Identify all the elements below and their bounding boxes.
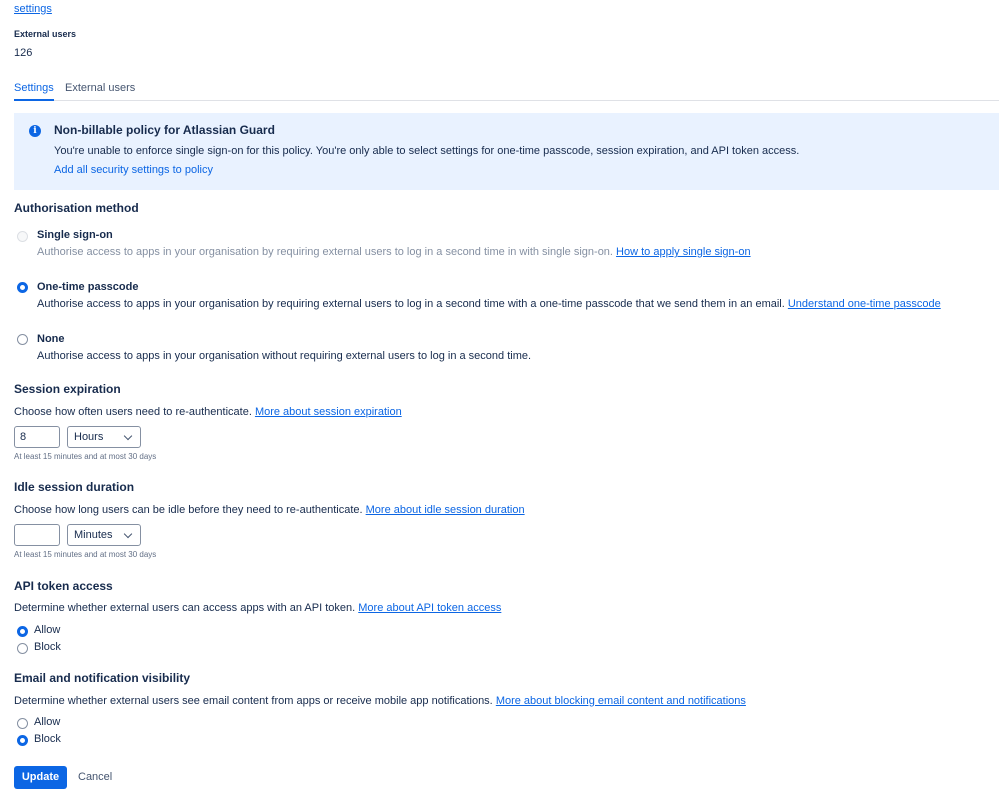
sso-help-link[interactable]: How to apply single sign-on [616, 246, 751, 258]
cancel-button[interactable]: Cancel [78, 766, 112, 789]
radio-otp[interactable] [17, 282, 28, 293]
api-desc: Determine whether external users can acc… [14, 602, 502, 614]
api-allow-label: Allow [34, 624, 61, 636]
idle-hint: At least 15 minutes and at most 30 days [14, 550, 157, 559]
tab-bar: Settings External users [14, 82, 999, 101]
otp-title: One-time passcode [37, 281, 139, 293]
tab-settings[interactable]: Settings [14, 82, 54, 101]
session-desc: Choose how often users need to re-authen… [14, 406, 402, 418]
api-help-link[interactable]: More about API token access [358, 602, 501, 614]
idle-unit-value: Minutes [74, 529, 113, 541]
api-block-label: Block [34, 641, 61, 653]
email-help-link[interactable]: More about blocking email content and no… [496, 695, 746, 707]
email-desc: Determine whether external users see ema… [14, 695, 746, 707]
sso-desc: Authorise access to apps in your organis… [37, 246, 751, 258]
sso-title: Single sign-on [37, 229, 113, 241]
idle-desc: Choose how long users can be idle before… [14, 504, 525, 516]
idle-help-link[interactable]: More about idle session duration [366, 504, 525, 516]
email-block-label: Block [34, 733, 61, 745]
radio-api-allow[interactable] [17, 626, 28, 637]
banner-title: Non-billable policy for Atlassian Guard [54, 123, 275, 137]
banner-description: You're unable to enforce single sign-on … [54, 145, 800, 157]
session-value-input[interactable]: 8 [14, 426, 60, 448]
session-unit-value: Hours [74, 431, 104, 443]
add-security-settings-link[interactable]: Add all security settings to policy [54, 164, 213, 176]
settings-link[interactable]: settings [14, 3, 52, 15]
tab-external-users[interactable]: External users [65, 82, 135, 98]
radio-email-block[interactable] [17, 735, 28, 746]
radio-api-block[interactable] [17, 643, 28, 654]
radio-none[interactable] [17, 334, 28, 345]
session-hint: At least 15 minutes and at most 30 days [14, 452, 157, 461]
external-users-count: 126 [14, 47, 33, 59]
session-heading: Session expiration [14, 382, 121, 396]
radio-email-allow[interactable] [17, 718, 28, 729]
idle-heading: Idle session duration [14, 480, 135, 494]
none-desc: Authorise access to apps in your organis… [37, 350, 532, 362]
info-icon: i [29, 125, 41, 137]
api-heading: API token access [14, 579, 113, 593]
session-unit-select[interactable]: Hours [67, 426, 141, 448]
external-users-label: External users [14, 29, 77, 39]
otp-help-link[interactable]: Understand one-time passcode [788, 298, 941, 310]
chevron-down-icon [123, 529, 133, 539]
chevron-down-icon [123, 431, 133, 441]
update-button[interactable]: Update [14, 766, 67, 789]
email-heading: Email and notification visibility [14, 671, 191, 685]
idle-unit-select[interactable]: Minutes [67, 524, 141, 546]
otp-desc: Authorise access to apps in your organis… [37, 298, 941, 310]
session-help-link[interactable]: More about session expiration [255, 406, 402, 418]
radio-sso[interactable] [17, 231, 28, 242]
info-banner: i Non-billable policy for Atlassian Guar… [14, 113, 999, 190]
none-title: None [37, 333, 65, 345]
email-allow-label: Allow [34, 716, 61, 728]
idle-value-input[interactable] [14, 524, 60, 546]
auth-heading: Authorisation method [14, 201, 139, 215]
